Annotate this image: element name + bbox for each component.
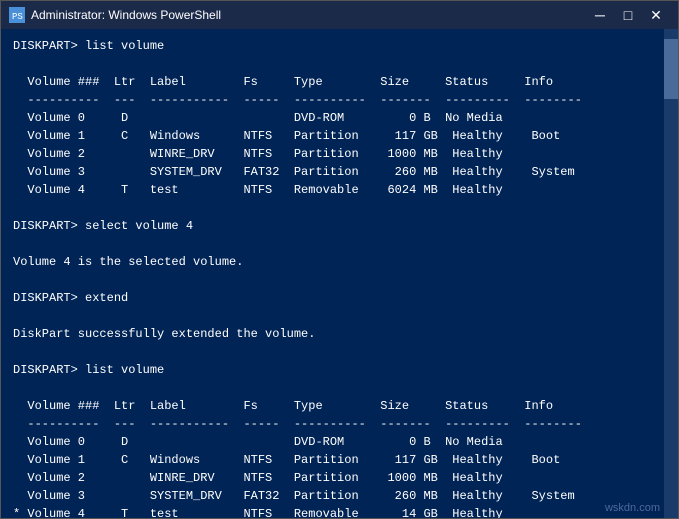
powershell-icon: PS <box>9 7 25 23</box>
scrollbar[interactable] <box>664 29 678 518</box>
svg-text:PS: PS <box>12 12 23 21</box>
title-bar: PS Administrator: Windows PowerShell ─ □… <box>1 1 678 29</box>
maximize-button[interactable]: □ <box>614 1 642 29</box>
minimize-button[interactable]: ─ <box>586 1 614 29</box>
watermark: wskdn.com <box>605 502 660 514</box>
window-title: Administrator: Windows PowerShell <box>31 8 221 22</box>
powershell-window: PS Administrator: Windows PowerShell ─ □… <box>0 0 679 519</box>
title-bar-left: PS Administrator: Windows PowerShell <box>9 7 221 23</box>
window-controls: ─ □ ✕ <box>586 1 670 29</box>
terminal-output: DISKPART> list volume Volume ### Ltr Lab… <box>13 37 666 518</box>
terminal-content-area[interactable]: DISKPART> list volume Volume ### Ltr Lab… <box>1 29 678 518</box>
close-button[interactable]: ✕ <box>642 1 670 29</box>
scrollbar-thumb[interactable] <box>664 39 678 99</box>
